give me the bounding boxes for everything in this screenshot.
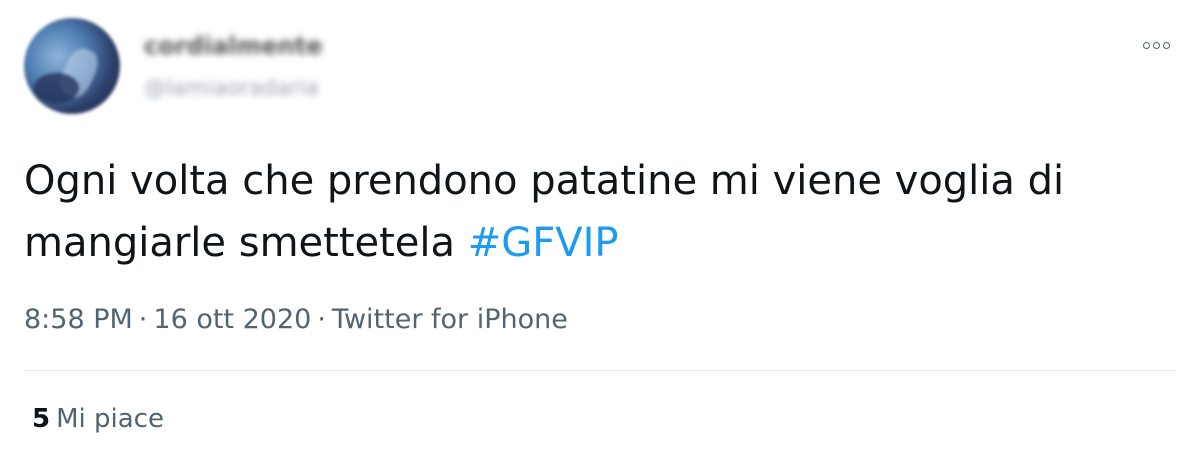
divider [24,370,1176,371]
hashtag-link[interactable]: #GFVIP [468,220,619,266]
likes-count: 5 [32,404,51,434]
meta-separator: · [138,304,148,335]
display-name[interactable]: cordialmente [144,32,323,60]
more-dot [1152,41,1160,49]
more-dot [1162,41,1170,49]
likes-stat[interactable]: 5 Mi piace [32,404,164,434]
avatar-detail [34,73,79,103]
tweet-meta: 8:58 PM · 16 ott 2020 · Twitter for iPhone [24,304,568,335]
likes-label: Mi piace [56,404,164,434]
user-avatar[interactable] [24,18,120,114]
tweet-source[interactable]: Twitter for iPhone [332,304,568,335]
more-dot [1142,41,1150,49]
tweet-card: cordialmente @lamiaoradaria Ogni volta c… [0,0,1200,464]
tweet-date[interactable]: 16 ott 2020 [153,304,311,335]
user-handle[interactable]: @lamiaoradaria [144,76,319,101]
tweet-time[interactable]: 8:58 PM [24,304,133,335]
tweet-text: Ogni volta che prendono patatine mi vien… [24,150,1164,274]
meta-separator: · [317,304,326,335]
more-options-icon[interactable] [1136,30,1176,60]
